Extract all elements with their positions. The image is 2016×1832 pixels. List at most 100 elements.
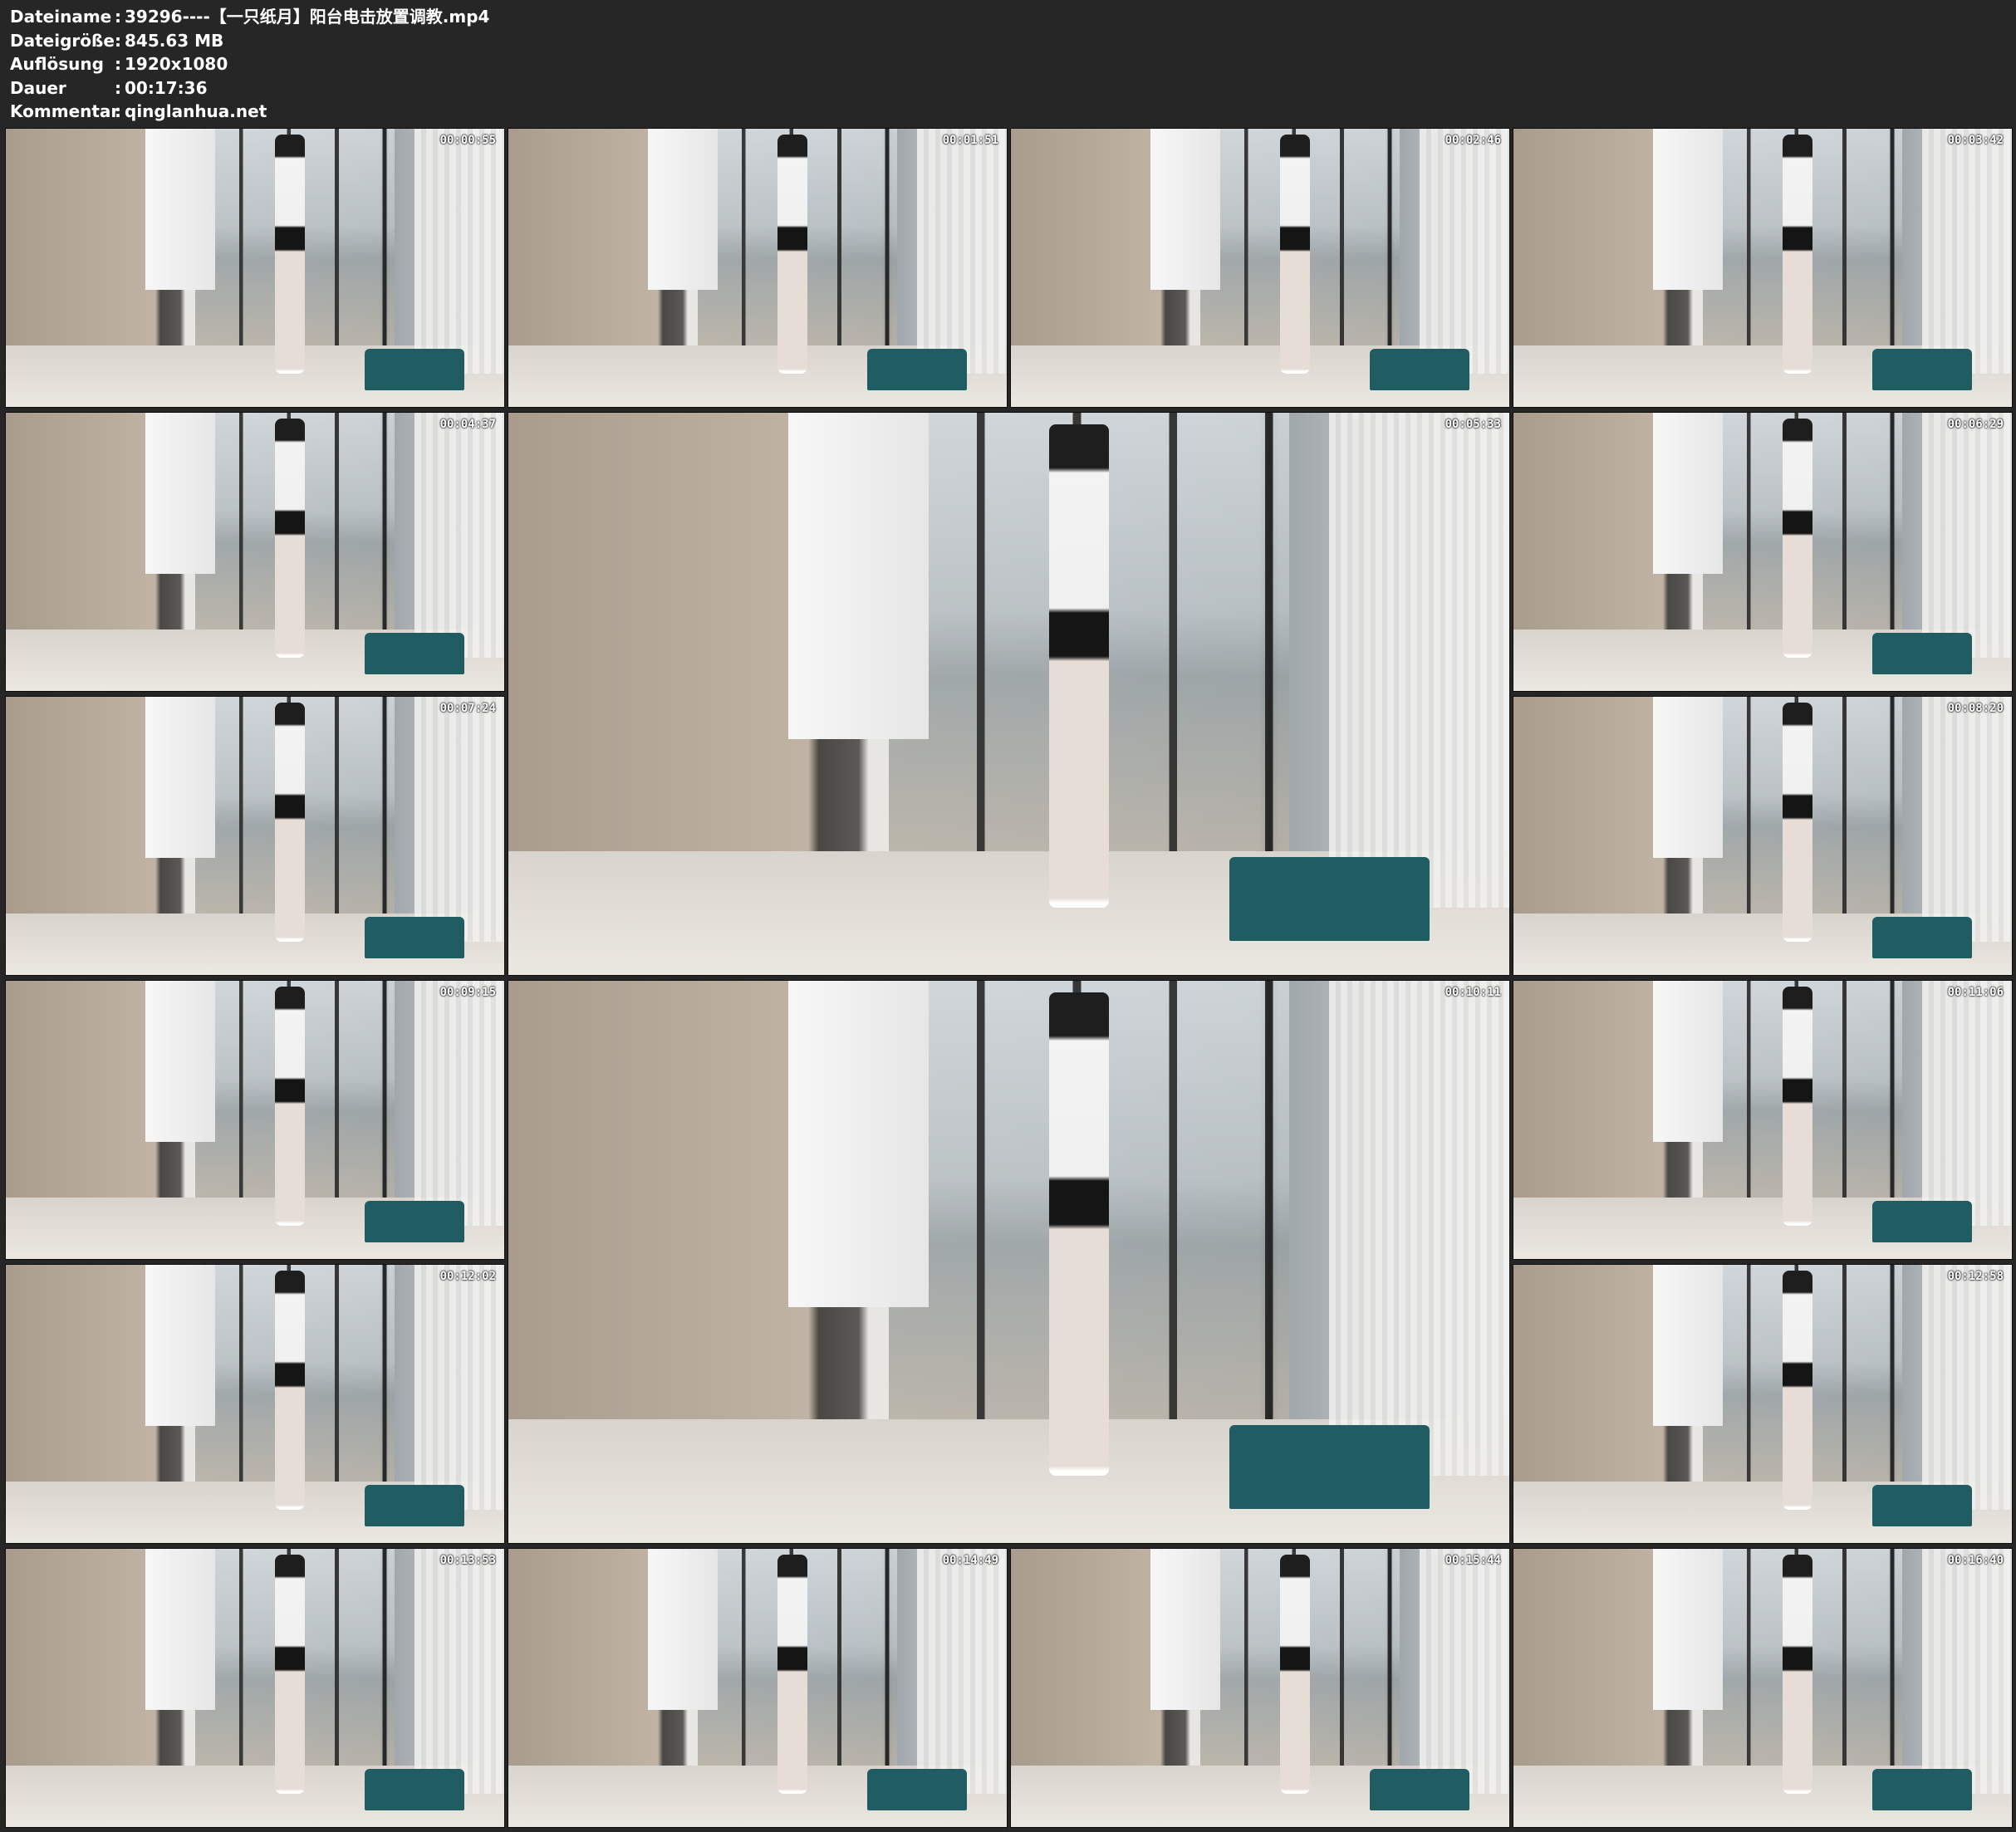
thumbnail-figure [1280, 1554, 1310, 1794]
thumbnail-timestamp: 00:04:37 [439, 418, 496, 431]
thumbnail-stool [365, 632, 464, 674]
thumbnail-figure [275, 702, 305, 942]
video-thumbnail: 00:12:02 [5, 1264, 505, 1544]
thumbnail-cloth [1150, 1549, 1220, 1711]
thumbnail-stool [1872, 348, 1972, 390]
thumbnail-cloth [648, 129, 718, 291]
thumbnail-timestamp: 00:08:20 [1947, 702, 2004, 715]
thumbnail-timestamp: 00:11:06 [1947, 986, 2004, 999]
video-thumbnail: 00:03:42 [1513, 128, 2013, 408]
thumbnail-curtain [1922, 697, 2012, 942]
thumbnail-timestamp: 00:00:55 [439, 134, 496, 147]
thumbnail-cloth [1653, 129, 1723, 291]
thumbnail-stool [1872, 1200, 1972, 1242]
thumbnail-curtain [414, 1549, 504, 1794]
thumbnail-stool [1872, 916, 1972, 958]
thumbnail-figure [1783, 702, 1812, 942]
thumbnail-figure [1783, 1554, 1812, 1794]
thumbnail-cloth [648, 1549, 718, 1711]
thumbnail-figure [275, 1554, 305, 1794]
thumbnail-cloth [145, 413, 215, 575]
thumbnail-timestamp: 00:15:44 [1445, 1554, 1501, 1567]
thumbnail-cloth [145, 697, 215, 859]
thumbnail-stool [365, 1484, 464, 1526]
thumbnail-timestamp: 00:14:49 [942, 1554, 998, 1567]
thumbnail-curtain [414, 981, 504, 1226]
thumbnail-stool [867, 348, 967, 390]
thumbnail-figure [275, 1270, 305, 1510]
thumbnail-figure [275, 986, 305, 1226]
thumbnail-stool [1872, 632, 1972, 674]
thumbnail-timestamp: 00:16:40 [1947, 1554, 2004, 1567]
thumbnail-figure [1048, 992, 1109, 1476]
thumbnail-cloth [1653, 1549, 1723, 1711]
thumbnail-figure [1783, 134, 1812, 374]
thumbnail-curtain [414, 413, 504, 658]
thumbnail-stool [365, 916, 464, 958]
video-thumbnail: 00:08:20 [1513, 696, 2013, 976]
thumbnail-timestamp: 00:02:46 [1445, 134, 1501, 147]
thumbnail-curtain [414, 129, 504, 374]
thumbnail-cloth [788, 413, 930, 739]
thumbnail-stool [365, 1768, 464, 1810]
thumbnail-curtain [1420, 129, 1509, 374]
video-thumbnail: 00:10:11 [508, 980, 1510, 1544]
thumbnail-curtain [1329, 981, 1509, 1476]
thumbnail-curtain [1922, 129, 2012, 374]
thumbnail-timestamp: 00:12:58 [1947, 1270, 2004, 1283]
thumbnail-curtain [1922, 981, 2012, 1226]
thumbnail-cloth [1150, 129, 1220, 291]
thumbnail-stool [365, 348, 464, 390]
thumbnail-timestamp: 00:13:53 [439, 1554, 496, 1567]
video-thumbnail: 00:16:40 [1513, 1548, 2013, 1828]
thumbnail-stool [365, 1200, 464, 1242]
thumbnail-stool [1229, 856, 1430, 942]
thumbnail-curtain [1922, 413, 2012, 658]
thumbnail-curtain [414, 697, 504, 942]
thumbnail-figure [777, 134, 807, 374]
thumbnail-figure [1783, 1270, 1812, 1510]
thumbnail-figure [275, 418, 305, 658]
thumbnail-cloth [145, 1265, 215, 1427]
thumbnail-stool [1872, 1484, 1972, 1526]
thumbnail-timestamp: 00:05:33 [1445, 418, 1501, 431]
video-thumbnail: 00:11:06 [1513, 980, 2013, 1260]
thumbnail-figure [777, 1554, 807, 1794]
thumbnail-cloth [1653, 697, 1723, 859]
video-thumbnail: 00:07:24 [5, 696, 505, 976]
thumbnail-figure [1783, 986, 1812, 1226]
thumbnail-timestamp: 00:03:42 [1947, 134, 2004, 147]
thumbnail-timestamp: 00:01:51 [942, 134, 998, 147]
thumbnail-stool [1872, 1768, 1972, 1810]
thumbnail-figure [1048, 424, 1109, 908]
thumbnail-curtain [1922, 1549, 2012, 1794]
thumbnail-curtain [1420, 1549, 1509, 1794]
thumbnail-curtain [1922, 1265, 2012, 1510]
video-thumbnail: 00:05:33 [508, 412, 1510, 976]
thumbnail-figure [275, 134, 305, 374]
thumbnail-cloth [145, 129, 215, 291]
thumbnail-stool [1370, 348, 1469, 390]
video-thumbnail: 00:06:29 [1513, 412, 2013, 692]
thumbnail-curtain [917, 129, 1007, 374]
thumbnail-cloth [1653, 1265, 1723, 1427]
video-thumbnail: 00:04:37 [5, 412, 505, 692]
video-thumbnail: 00:12:58 [1513, 1264, 2013, 1544]
thumbnail-timestamp: 00:12:02 [439, 1270, 496, 1283]
video-thumbnail: 00:00:55 [5, 128, 505, 408]
thumbnail-stool [1229, 1424, 1430, 1510]
thumbnail-cloth [1653, 981, 1723, 1143]
thumbnail-timestamp: 00:06:29 [1947, 418, 2004, 431]
thumbnail-timestamp: 00:07:24 [439, 702, 496, 715]
thumbnail-figure [1280, 134, 1310, 374]
thumbnail-cloth [1653, 413, 1723, 575]
thumbnail-grid: 00:00:55 00:01:51 00:02:46 00:03:42 00:04:37… [0, 0, 2016, 1832]
thumbnail-cloth [788, 981, 930, 1307]
thumbnail-stool [867, 1768, 967, 1810]
thumbnail-curtain [414, 1265, 504, 1510]
thumbnail-timestamp: 00:09:15 [439, 986, 496, 999]
thumbnail-stool [1370, 1768, 1469, 1810]
thumbnail-cloth [145, 981, 215, 1143]
video-thumbnail: 00:02:46 [1010, 128, 1510, 408]
thumbnail-figure [1783, 418, 1812, 658]
